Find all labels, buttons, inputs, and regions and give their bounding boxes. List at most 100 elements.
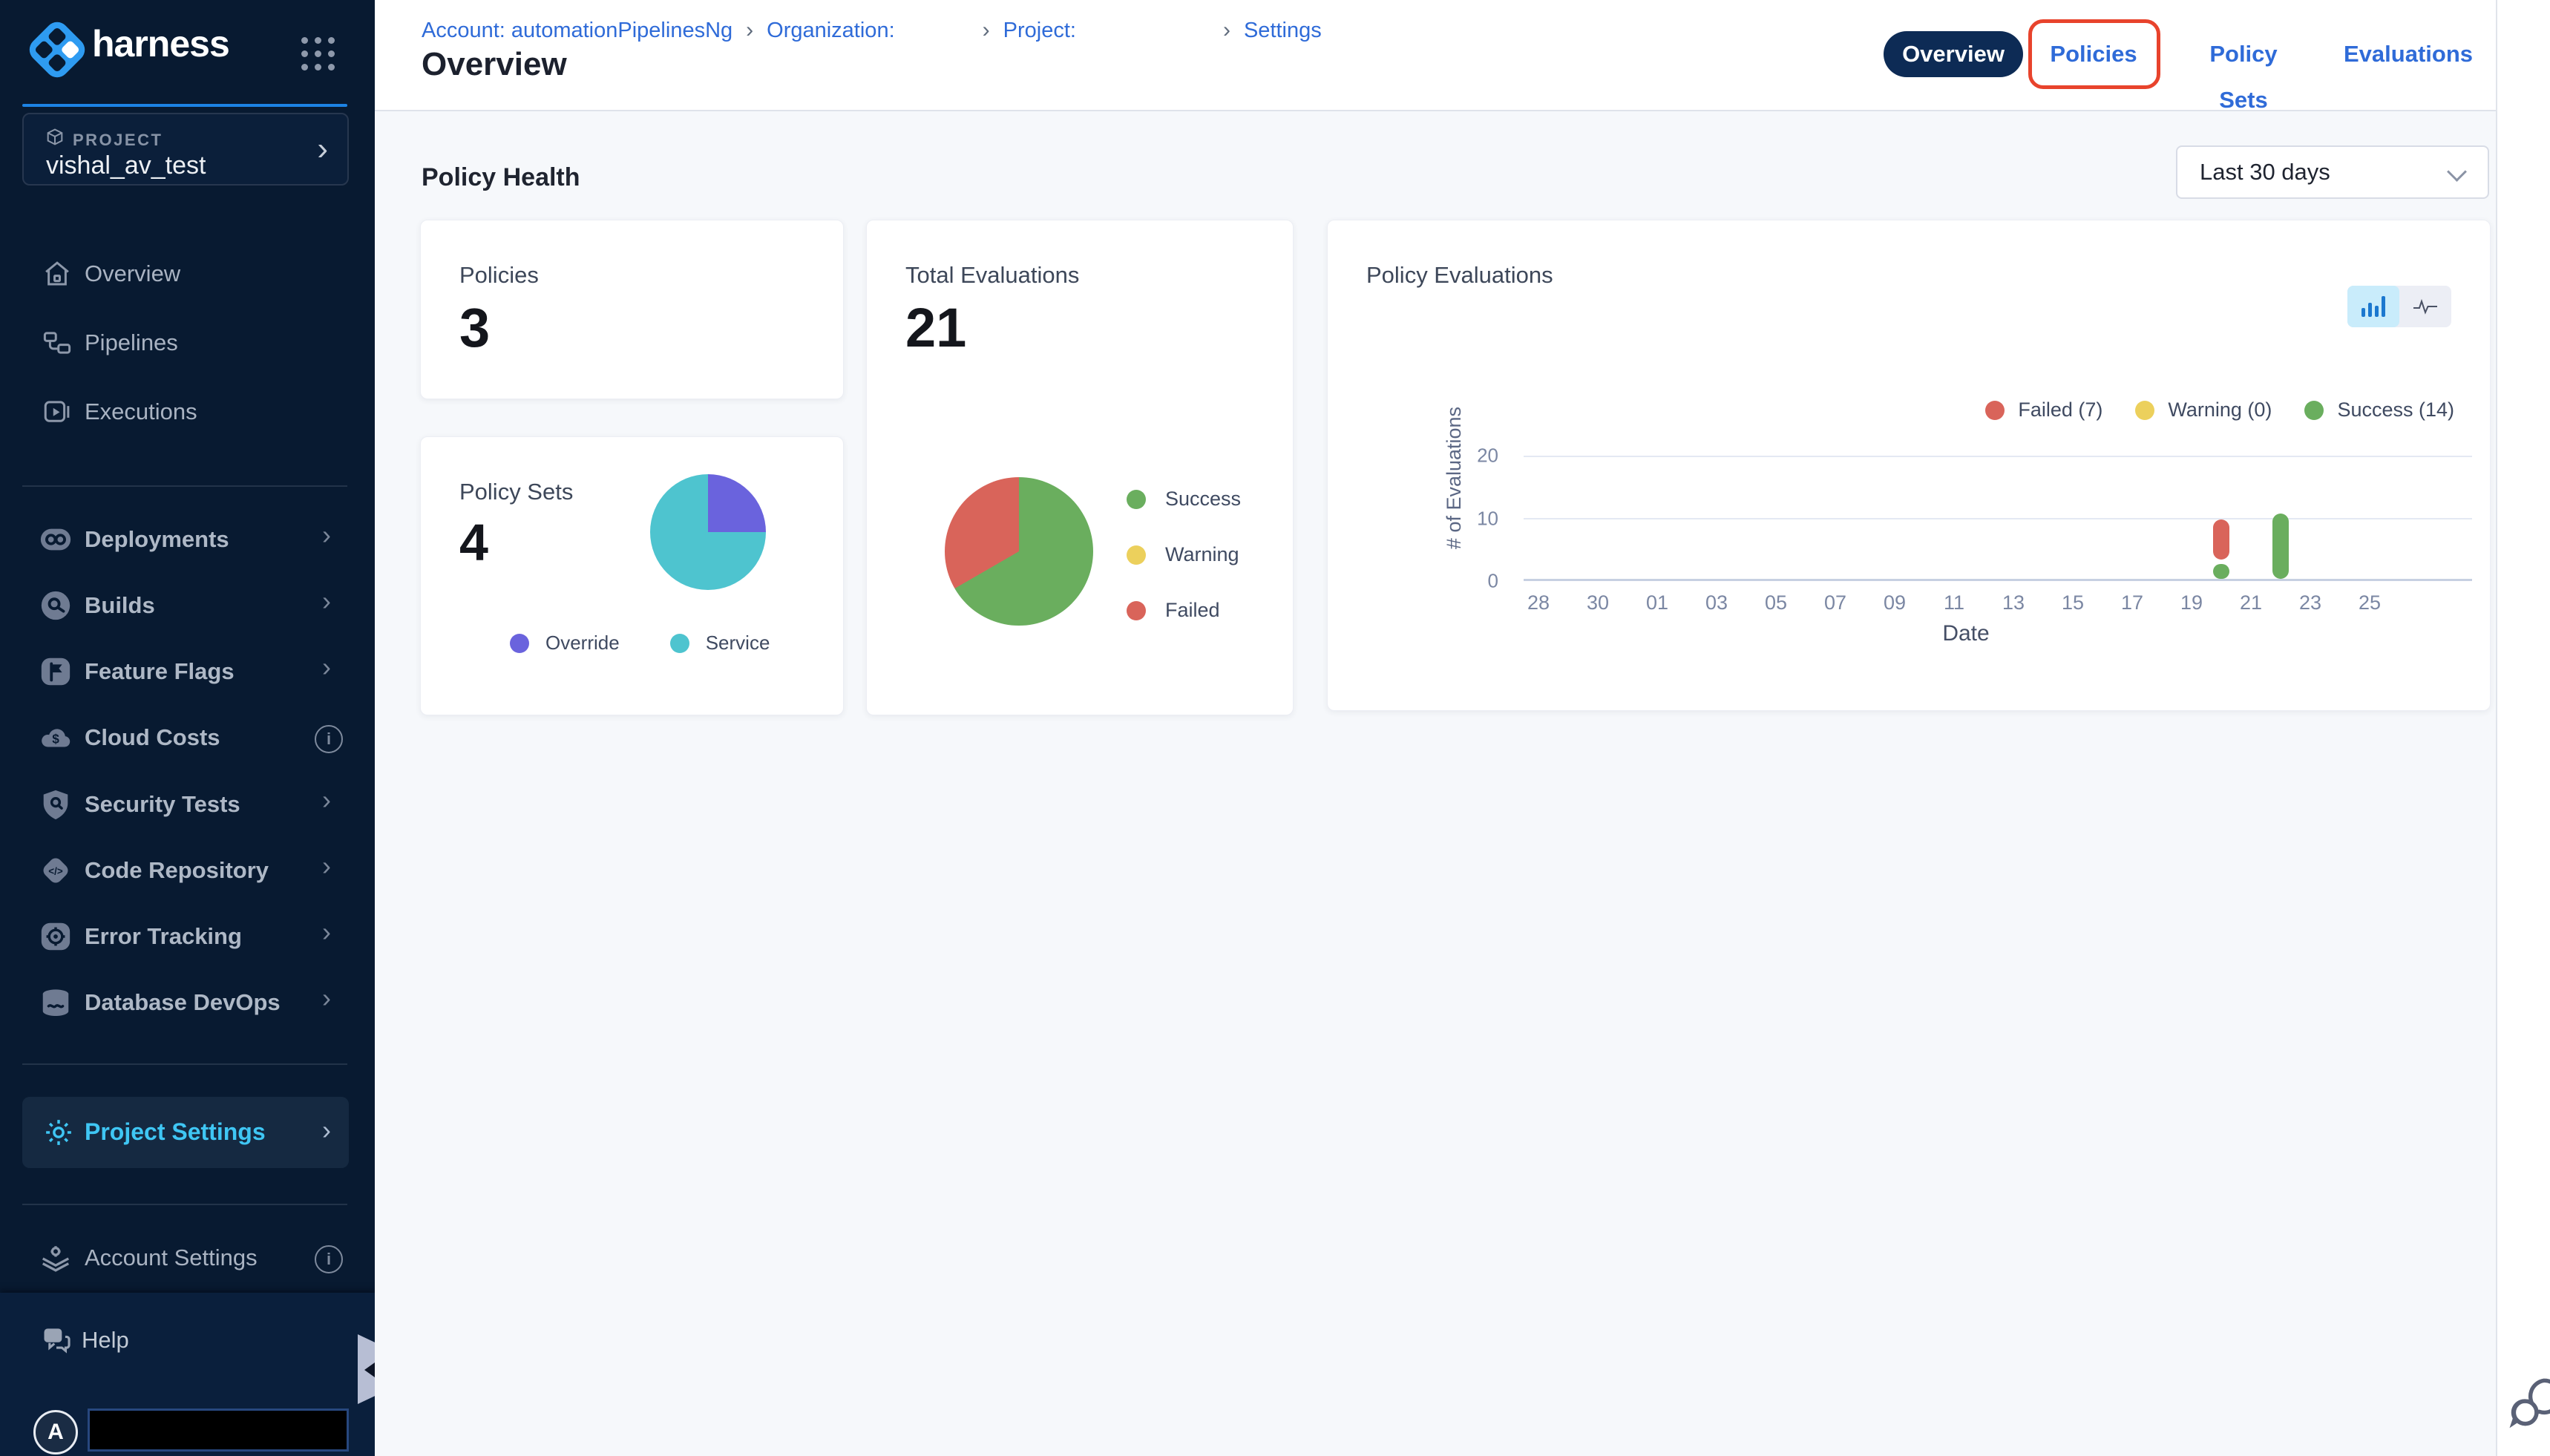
chevron-right-icon: › [322, 850, 331, 882]
cube-icon [45, 127, 65, 148]
x-axis-label: 21 [2240, 591, 2262, 614]
legend-label: Failed [1165, 599, 1220, 622]
sidebar-bottom-panel: ? Help A [0, 1293, 375, 1456]
line-chart-toggle-button[interactable] [2399, 286, 2451, 327]
sidebar-item-label: Account Settings [85, 1245, 258, 1271]
harness-logo-icon[interactable] [24, 17, 90, 82]
chevron-separator-icon: › [746, 18, 753, 43]
x-axis-label: 19 [2180, 591, 2203, 614]
collapse-arrow-icon [364, 1362, 375, 1377]
legend-dot-warning [1127, 545, 1146, 565]
breadcrumb-organization[interactable]: Organization: [767, 19, 895, 43]
sidebar-item-builds[interactable]: Builds › [0, 581, 375, 630]
sidebar-item-label: Security Tests [85, 791, 240, 818]
legend-label: Service [706, 632, 770, 655]
sidebar-item-executions[interactable]: Executions [0, 389, 375, 435]
pulse-line-icon [2413, 298, 2438, 315]
legend-item: Success (14) [2304, 399, 2454, 422]
info-icon[interactable]: i [315, 1245, 343, 1273]
x-axis-label: 11 [1944, 591, 1964, 614]
card-total-evaluations: Total Evaluations 21 Success Warning Fai… [866, 220, 1294, 715]
section-title: Policy Health [422, 163, 580, 192]
builds-icon [39, 588, 73, 623]
gridline [1524, 456, 2472, 457]
info-icon[interactable]: i [315, 725, 343, 753]
database-devops-icon [39, 986, 73, 1020]
sidebar-item-database-devops[interactable]: Database DevOps › [0, 978, 375, 1027]
bar-chart-toggle-button[interactable] [2347, 286, 2399, 327]
home-icon [42, 258, 73, 289]
legend-dot-service [670, 634, 689, 653]
chart-legend: Failed (7) Warning (0) Success (14) [1985, 399, 2454, 422]
deployments-icon [39, 522, 73, 557]
legend-item: Service [670, 632, 770, 655]
legend-dot-failed [1985, 401, 2005, 420]
module-grid-icon[interactable] [298, 34, 341, 77]
sidebar-item-deployments[interactable]: Deployments › [0, 515, 375, 564]
legend-item: Override [510, 632, 620, 655]
x-axis-label: 28 [1527, 591, 1550, 614]
legend-label: Failed (7) [2018, 399, 2102, 422]
legend-item: Failed (7) [1985, 399, 2102, 422]
page-title: Overview [422, 46, 567, 83]
legend-dot-override [510, 634, 529, 653]
card-title: Policy Evaluations [1366, 262, 1553, 289]
sidebar-item-overview[interactable]: Overview [0, 251, 375, 297]
sidebar-item-label: Deployments [85, 526, 229, 553]
card-title: Total Evaluations [905, 262, 1079, 289]
layers-gear-icon [39, 1241, 73, 1275]
tab-overview[interactable]: Overview [1884, 31, 2023, 77]
y-axis-tick: 20 [1461, 445, 1498, 468]
breadcrumb-account[interactable]: Account: automationPipelinesNg [422, 19, 732, 43]
chevron-right-icon: › [322, 784, 331, 816]
project-selector[interactable]: PROJECT vishal_av_test › [22, 113, 349, 186]
date-range-select[interactable]: Last 30 days [2176, 145, 2489, 199]
sidebar: harness PROJECT vishal_av_test › Overvie… [0, 0, 375, 1456]
help-chat-icon: ? [40, 1324, 73, 1357]
header: Account: automationPipelinesNg › Organiz… [375, 0, 2496, 111]
chevron-right-icon: › [322, 652, 331, 683]
x-axis-label: 07 [1824, 591, 1846, 614]
sidebar-item-help[interactable]: ? Help [0, 1318, 375, 1362]
sidebar-item-label: Project Settings [85, 1118, 266, 1146]
sidebar-item-account-settings[interactable]: Account Settings i [0, 1233, 375, 1282]
sidebar-item-pipelines[interactable]: Pipelines [0, 320, 375, 366]
legend-dot-success [1127, 490, 1146, 509]
tab-evaluations[interactable]: Evaluations [2338, 31, 2479, 77]
legend-item: Success [1127, 488, 1241, 511]
feature-flags-icon [39, 655, 73, 689]
breadcrumb-settings[interactable]: Settings [1244, 19, 1322, 43]
accent-divider [22, 104, 347, 107]
sidebar-item-feature-flags[interactable]: Feature Flags › [0, 647, 375, 696]
project-name: vishal_av_test [46, 151, 206, 180]
tab-policies[interactable]: Policies [2033, 31, 2154, 77]
legend-label: Warning [1165, 543, 1239, 566]
card-title: Policy Sets [459, 479, 573, 505]
sidebar-item-label: Help [82, 1327, 129, 1354]
legend-label: Override [545, 632, 620, 655]
total-evaluations-pie [945, 477, 1093, 626]
sidebar-item-code-repository[interactable]: </> Code Repository › [0, 846, 375, 895]
sidebar-item-error-tracking[interactable]: Error Tracking › [0, 912, 375, 961]
svg-text:</>: </> [48, 865, 63, 876]
x-axis-label: 09 [1884, 591, 1906, 614]
x-axis-title: Date [1914, 621, 2018, 646]
avatar[interactable]: A [33, 1410, 78, 1455]
chevron-right-icon: › [322, 519, 331, 551]
breadcrumb: Account: automationPipelinesNg › Organiz… [422, 18, 1322, 43]
chat-support-icon[interactable] [2504, 1370, 2550, 1434]
sidebar-item-cloud-costs[interactable]: $ Cloud Costs i [0, 713, 375, 762]
sidebar-item-security-tests[interactable]: Security Tests › [0, 780, 375, 829]
x-axis-label: 13 [2002, 591, 2025, 614]
tab-policy-sets[interactable]: Policy Sets [2188, 31, 2299, 77]
bar-chart-icon [2361, 296, 2385, 317]
sidebar-item-project-settings[interactable]: Project Settings › [22, 1097, 349, 1168]
avatar-letter: A [47, 1420, 64, 1445]
card-policy-sets: Policy Sets 4 Override Service [420, 436, 844, 715]
legend-dot-warning [2135, 401, 2154, 420]
breadcrumb-project[interactable]: Project: [1003, 19, 1076, 43]
plot-area [1524, 456, 2472, 581]
x-axis-label: 17 [2121, 591, 2143, 614]
divider [22, 1204, 347, 1205]
legend-item: Warning [1127, 543, 1241, 566]
